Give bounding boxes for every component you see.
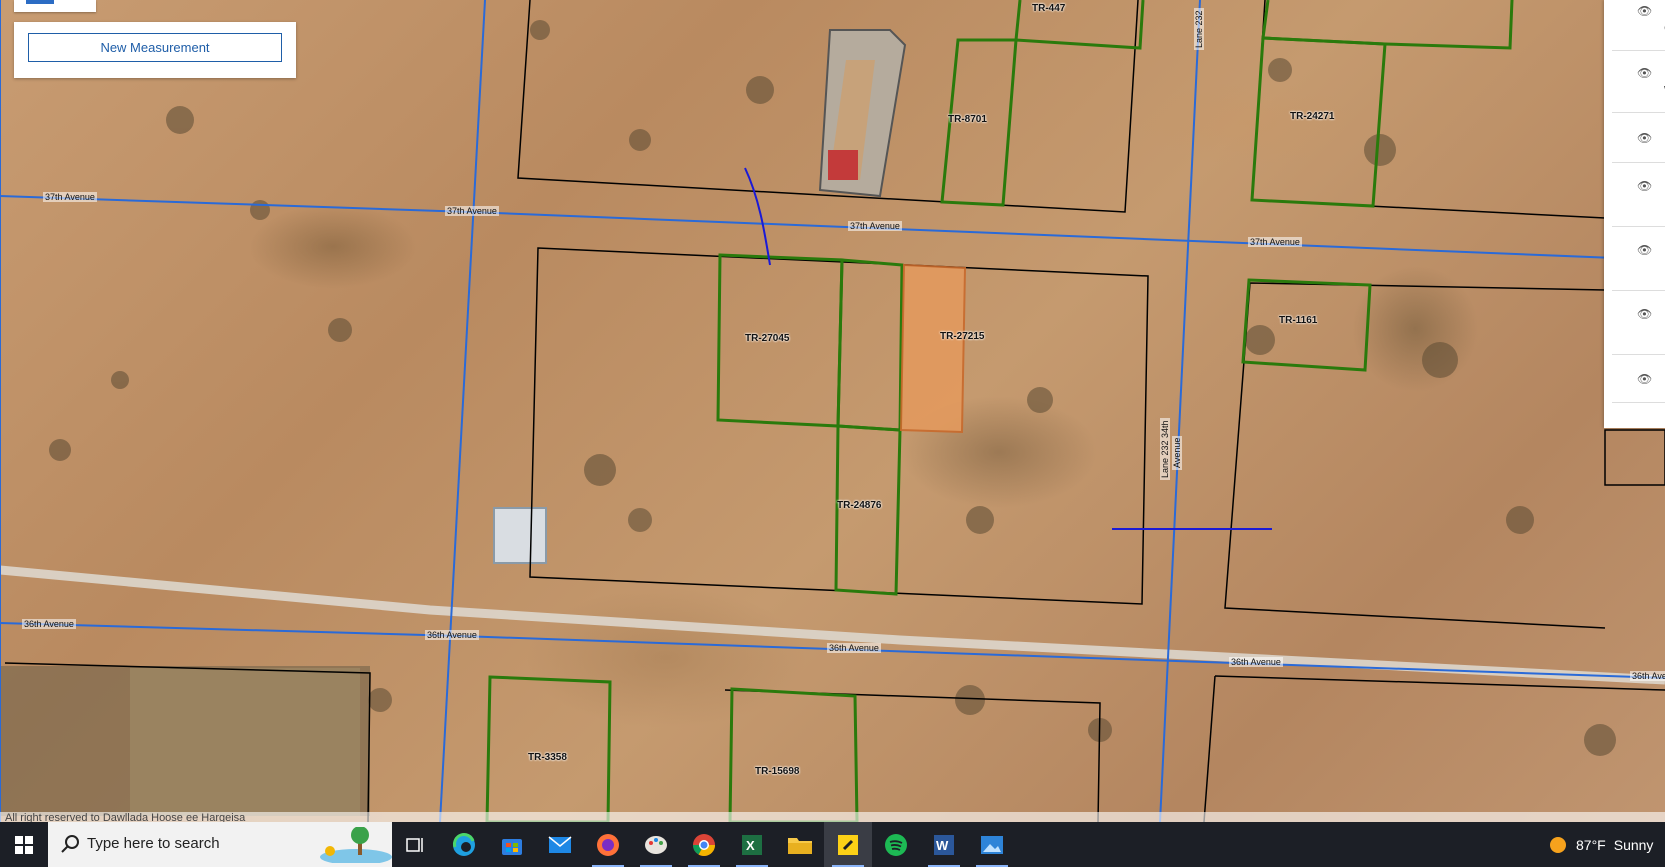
- active-tab-indicator: [26, 0, 54, 4]
- eye-icon[interactable]: 👁: [1637, 66, 1652, 80]
- eye-icon[interactable]: 👁: [1637, 372, 1652, 386]
- paint-icon[interactable]: [632, 822, 680, 867]
- tool-tabs[interactable]: [14, 0, 96, 12]
- weather-temp: 87°F: [1576, 836, 1606, 853]
- road-label-lane232: Lane 232: [1194, 8, 1204, 50]
- road-label-36th-3: 36th Avenue: [827, 643, 881, 653]
- store-icon[interactable]: [488, 822, 536, 867]
- map-view[interactable]: 37th Avenue 37th Avenue 37th Avenue 37th…: [0, 0, 1665, 822]
- taskbar-search[interactable]: Type here to search: [48, 822, 392, 867]
- layer-item[interactable]: 👁 H W: [1612, 52, 1665, 113]
- map-overlay: [0, 0, 1665, 822]
- eye-icon[interactable]: 👁: [1637, 307, 1652, 321]
- parcel-label[interactable]: TR-24876: [837, 500, 881, 511]
- road-label-36th-5: 36th Ave: [1630, 671, 1665, 681]
- layer-item[interactable]: 👁 H: [1612, 114, 1665, 163]
- eye-icon[interactable]: 👁: [1637, 4, 1652, 18]
- search-icon: [61, 835, 79, 853]
- parcel-label[interactable]: TR-3358: [528, 752, 567, 763]
- sticky-notes-icon[interactable]: [824, 822, 872, 867]
- windows-taskbar: Type here to search X W 87°F Sunny: [0, 822, 1665, 867]
- search-highlight-art-icon: [320, 827, 392, 863]
- chrome-icon[interactable]: [680, 822, 728, 867]
- measurement-panel: New Measurement: [14, 22, 296, 78]
- svg-text:X: X: [746, 838, 755, 853]
- parcel-label[interactable]: TR-447: [1032, 3, 1065, 14]
- weather-widget[interactable]: 87°F Sunny: [1548, 822, 1653, 867]
- eye-icon[interactable]: 👁: [1637, 243, 1652, 257]
- mail-icon[interactable]: [536, 822, 584, 867]
- parcel-label[interactable]: TR-15698: [755, 766, 799, 777]
- layer-list-panel: 👁 H C 👁 H W 👁 H 👁 H E 👁 H E 👁 H E 👁 H: [1604, 0, 1665, 428]
- road-label-lane232-34th: Lane 232 34th: [1160, 418, 1170, 480]
- file-explorer-icon[interactable]: [776, 822, 824, 867]
- road-label-37th-2: 37th Avenue: [445, 206, 499, 216]
- eye-icon[interactable]: 👁: [1637, 131, 1652, 145]
- road-label-36th-1: 36th Avenue: [22, 619, 76, 629]
- parcel-label[interactable]: TR-1161: [1279, 315, 1317, 326]
- layer-item[interactable]: 👁 H E: [1612, 164, 1665, 227]
- road-label-37th-4: 37th Avenue: [1248, 237, 1302, 247]
- layer-item[interactable]: 👁 H E: [1612, 292, 1665, 355]
- road-label-37th-3: 37th Avenue: [848, 221, 902, 231]
- layer-item[interactable]: 👁 H C: [1612, 0, 1665, 51]
- photos-icon[interactable]: [968, 822, 1016, 867]
- spotify-icon[interactable]: [872, 822, 920, 867]
- map-attribution: All right reserved to Dawllada Hoose ee …: [0, 812, 1665, 822]
- new-measurement-button[interactable]: New Measurement: [28, 33, 282, 62]
- windows-logo-icon: [15, 835, 33, 854]
- sun-icon: [1550, 836, 1566, 853]
- excel-icon[interactable]: X: [728, 822, 776, 867]
- word-icon[interactable]: W: [920, 822, 968, 867]
- parcel-label[interactable]: TR-24271: [1290, 111, 1334, 122]
- search-placeholder: Type here to search: [87, 835, 220, 852]
- svg-text:W: W: [936, 838, 949, 853]
- parcel-label[interactable]: TR-8701: [948, 114, 987, 125]
- layer-item[interactable]: 👁 H E: [1612, 228, 1665, 291]
- road-label-37th-1: 37th Avenue: [43, 192, 97, 202]
- task-view-icon[interactable]: [392, 822, 440, 867]
- road-label-36th-2: 36th Avenue: [425, 630, 479, 640]
- layer-item[interactable]: 👁 H: [1612, 356, 1665, 403]
- parcel-label[interactable]: TR-27215: [940, 331, 984, 342]
- eye-icon[interactable]: 👁: [1637, 179, 1652, 193]
- weather-condition: Sunny: [1613, 836, 1654, 853]
- parcel-label[interactable]: TR-27045: [745, 333, 789, 344]
- firefox-icon[interactable]: [584, 822, 632, 867]
- road-label-lane232-avenue: Avenue: [1172, 435, 1182, 470]
- edge-icon[interactable]: [440, 822, 488, 867]
- start-button[interactable]: [0, 822, 48, 867]
- road-label-36th-4: 36th Avenue: [1229, 657, 1283, 667]
